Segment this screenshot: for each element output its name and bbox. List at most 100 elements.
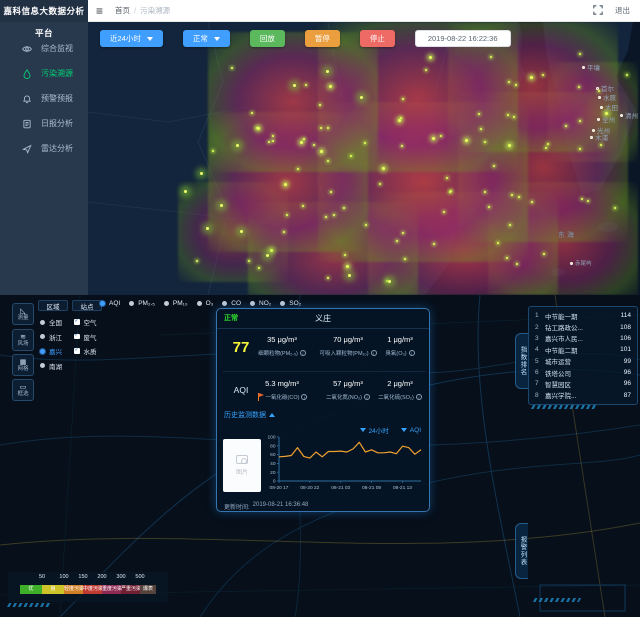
datetime-display[interactable]: 2019-08-22 16:22:36	[415, 30, 511, 47]
wind-field-tool-button[interactable]: ≋风场	[12, 329, 34, 351]
legend-segment: 良	[42, 585, 64, 594]
ranking-row[interactable]: 2钻工路政公...108	[535, 322, 631, 332]
metric-selector: AQI PM₂.₅ PM₁₀ O₃ CO NO₂ SO₂	[100, 300, 301, 307]
legend-segment: 优	[20, 585, 42, 594]
legend-segment: 轻度污染	[64, 585, 83, 594]
sidebar-item-daily-report[interactable]: 日报分析	[0, 111, 88, 136]
region-option-province[interactable]: 浙江	[40, 332, 62, 342]
isolated-station-dot	[236, 144, 239, 147]
pause-button[interactable]: 暂停	[305, 30, 340, 47]
ranking-row[interactable]: 1中节能一期114	[535, 311, 631, 321]
wind-icon: ≋	[20, 334, 26, 341]
station-type-water[interactable]: 水质	[74, 346, 97, 356]
region-filter-label[interactable]: 区域	[38, 300, 68, 311]
metric-o3: 1 μg/m³ 臭氧(O₃)i	[371, 335, 429, 357]
chart-range-dropdown[interactable]: 24小时	[360, 425, 389, 435]
grid-tool-button[interactable]: ▦网格	[12, 354, 34, 376]
isolated-station-dot	[388, 280, 391, 283]
metric-pm10: 70 μg/m³ 可吸入颗粒物(PM₁₀)i	[319, 335, 377, 357]
ranking-row[interactable]: 4中节能二期101	[535, 345, 631, 355]
pollution-source-dot	[329, 85, 332, 88]
time-range-dropdown[interactable]: 近24小时	[100, 30, 163, 47]
pollution-source-dot	[490, 56, 492, 58]
pollution-source-dot	[286, 214, 288, 216]
metric-so2: 2 μg/m³ 二氧化硫(SO₂)i	[371, 379, 429, 401]
breadcrumb-separator: /	[134, 6, 136, 15]
station-name: 义庄	[217, 313, 429, 324]
menu-toggle-icon[interactable]: ≡	[96, 5, 103, 17]
chevron-down-icon	[214, 37, 220, 41]
map-city-label: 水原	[598, 92, 616, 102]
metric-option-so2[interactable]: SO₂	[280, 300, 301, 307]
station-type-air[interactable]: 空气	[74, 317, 97, 327]
metric-option-o3[interactable]: O₃	[197, 300, 214, 307]
ranking-row[interactable]: 5城市运营99	[535, 356, 631, 366]
svg-text:20: 20	[270, 470, 276, 476]
top-bar: ≡ 首页/污染溯源 退出	[88, 0, 640, 22]
index-ranking-tab[interactable]: 指数排名	[515, 333, 528, 389]
station-type-options: 空气 废气 水质	[74, 317, 97, 356]
ranking-row[interactable]: 3嘉兴市人民...106	[535, 333, 631, 343]
info-icon[interactable]: i	[300, 350, 306, 356]
pollution-source-dot	[530, 76, 533, 79]
info-icon[interactable]: i	[416, 394, 422, 400]
logout-button[interactable]: 退出	[615, 5, 630, 16]
eye-icon	[22, 44, 32, 54]
box-select-tool-button[interactable]: ▭框选	[12, 379, 34, 401]
checkbox-icon	[74, 334, 80, 340]
map-sea-label: 东海	[558, 230, 576, 240]
isolated-station-dot	[200, 172, 203, 175]
alarm-list-tab[interactable]: 报警列表	[515, 523, 528, 579]
region-option-district[interactable]: 南湖	[40, 361, 62, 371]
pollution-source-dot	[545, 147, 547, 149]
metric-option-pm10[interactable]: PM₁₀	[164, 300, 188, 307]
stop-button[interactable]: 停止	[360, 30, 395, 47]
breadcrumb-home[interactable]: 首页	[115, 6, 130, 15]
metric-option-pm25[interactable]: PM₂.₅	[129, 300, 155, 307]
city-map[interactable]: 区域 站点 全国 浙江 嘉兴 南湖 空气 废气 水质 AQI PM₂.₅ PM₁…	[0, 295, 640, 617]
pollution-source-dot	[319, 104, 321, 106]
ranking-row[interactable]: 7智慧园区96	[535, 379, 631, 389]
ranking-row[interactable]: 6铁塔公司96	[535, 368, 631, 378]
checkbox-icon	[74, 348, 80, 354]
info-icon[interactable]: i	[301, 394, 307, 400]
breadcrumb: 首页/污染溯源	[115, 5, 170, 16]
svg-text:08-20 22: 08-20 22	[300, 485, 319, 491]
station-filter-label[interactable]: 站点	[72, 300, 102, 311]
checkbox-icon	[74, 319, 80, 325]
sidebar-item-warning-forecast[interactable]: 预警预报	[0, 86, 88, 111]
region-option-city[interactable]: 嘉兴	[40, 346, 62, 356]
fullscreen-icon[interactable]	[593, 2, 603, 20]
sidebar: 嘉科信息大数据分析平台 综合监视 污染溯源 预警预报 日报分析 雷达分析	[0, 0, 88, 295]
chart-metric-dropdown[interactable]: AQI	[401, 425, 421, 435]
isolated-station-dot	[184, 190, 187, 193]
station-type-exhaust[interactable]: 废气	[74, 332, 97, 342]
heatmap-map[interactable]: 平壤 首尔 水原 大田 清州 全州 光州 木浦 东海 赤尾屿 近24小时 正常 …	[88, 22, 640, 295]
sidebar-item-label: 日报分析	[41, 118, 73, 129]
measure-tool-button[interactable]: ◺测量	[12, 303, 34, 325]
map-island-label: 赤尾屿	[570, 259, 592, 267]
info-icon[interactable]: i	[364, 394, 370, 400]
aqi-history-chart: 02040608010008-20 1708-20 2208-21 0308-2…	[263, 433, 427, 501]
play-button[interactable]: 回放	[250, 30, 285, 47]
info-icon[interactable]: i	[409, 350, 415, 356]
sidebar-item-radar-analysis[interactable]: 雷达分析	[0, 136, 88, 161]
legend-segment: 中度污染	[83, 585, 102, 594]
isolated-station-dot	[220, 204, 223, 207]
isolated-station-dot	[348, 274, 351, 277]
region-option-national[interactable]: 全国	[40, 317, 62, 327]
ranking-row[interactable]: 8嘉兴学院...87	[535, 390, 631, 400]
sidebar-item-pollution-trace[interactable]: 污染溯源	[0, 61, 88, 86]
playback-toolbar: 近24小时 正常 回放 暂停 停止 2019-08-22 16:22:36	[100, 30, 511, 47]
metric-option-aqi[interactable]: AQI	[100, 300, 120, 307]
metric-option-no2[interactable]: NO₂	[250, 300, 271, 307]
svg-text:08-21 08: 08-21 08	[362, 485, 381, 491]
status-dropdown[interactable]: 正常	[183, 30, 230, 47]
pollution-source-dot	[440, 135, 442, 137]
station-photo-placeholder: 图片	[223, 439, 261, 492]
svg-text:80: 80	[270, 443, 276, 449]
map-city-label: 木浦	[590, 132, 608, 142]
app-root: ≡ 首页/污染溯源 退出 嘉科信息大数据分析平台 综合监视 污染溯源 预警预报	[0, 0, 640, 617]
history-data-link[interactable]: 历史监测数据	[224, 410, 275, 420]
metric-option-co[interactable]: CO	[222, 300, 241, 307]
